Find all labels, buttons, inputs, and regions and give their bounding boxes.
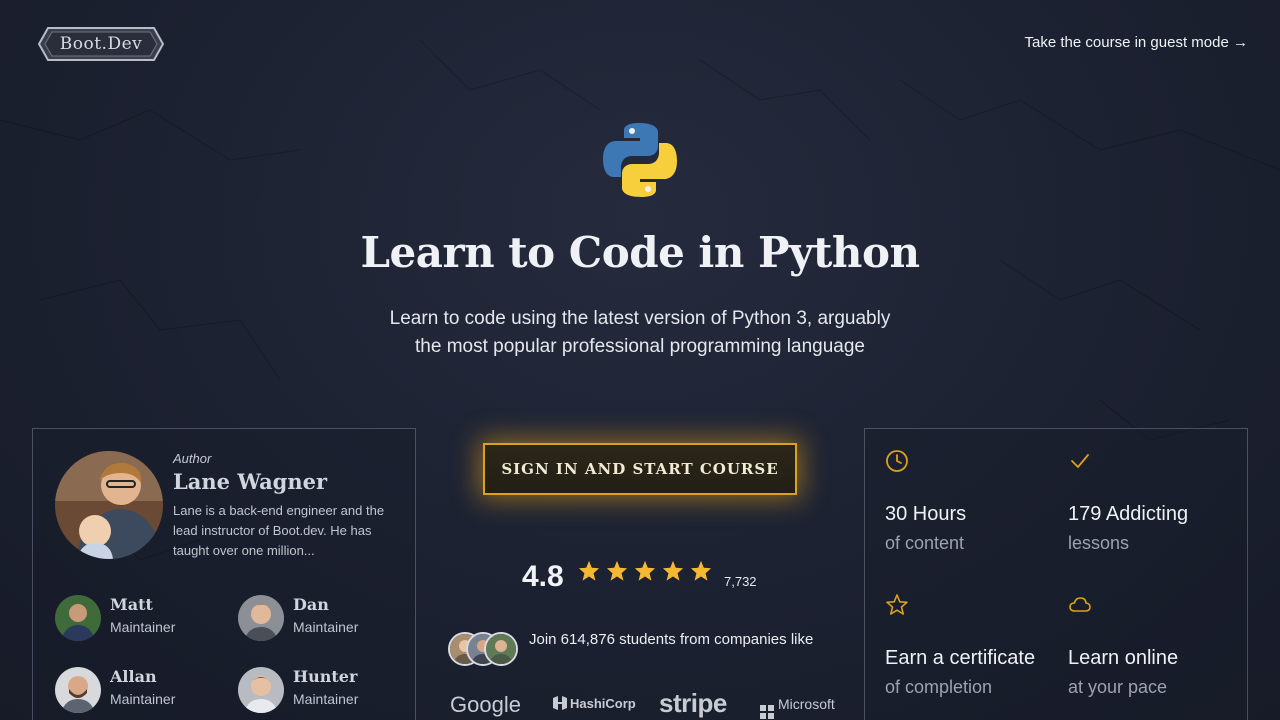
author-card: Author Lane Wagner Lane is a back-end en… [32,428,416,720]
student-avatars [448,632,522,668]
cloud-icon [1069,597,1091,612]
maintainer-name: Allan [110,667,157,686]
star-icon [662,560,684,581]
course-features-card: 30 Hours of content 179 Addicting lesson… [864,428,1248,720]
star-icon [578,560,600,581]
maintainer-name: Hunter [293,667,358,686]
guest-mode-link[interactable]: Take the course in guest mode → [1025,34,1248,51]
feature-subtitle: of completion [885,677,993,697]
page-subtitle: Learn to code using the latest version o… [389,308,891,357]
microsoft-icon [760,705,774,719]
maintainer-avatar [55,595,101,641]
author-name: Lane Wagner [173,469,328,494]
boot-dev-logo[interactable]: Boot.Dev [38,26,164,62]
join-students-text: Join 614,876 students from companies lik… [529,631,814,648]
hashicorp-logo: HashiCorp [552,696,636,711]
maintainer-role: Maintainer [293,619,359,635]
feature-title: Earn a certificate [885,647,1036,669]
maintainer-avatar [238,595,284,641]
feature-title: 179 Addicting [1068,503,1189,525]
star-icon [606,560,628,581]
company-logos: Google HashiCorp stripe Microsoft [450,688,840,720]
clock-icon [886,450,908,472]
star-icon [690,560,712,581]
logo-text: Boot.Dev [59,34,143,54]
feature-subtitle: at your pace [1068,677,1168,697]
microsoft-logo: Microsoft [760,696,835,719]
maintainer-role: Maintainer [110,691,176,707]
student-avatar [484,632,518,666]
rating-stars [578,560,712,582]
maintainer-avatar [55,667,101,713]
feature-title: 30 Hours [885,503,967,525]
hashicorp-icon [553,696,567,710]
author-avatar [55,451,163,559]
microsoft-label: Microsoft [778,696,835,712]
author-role-label: Author [173,451,212,466]
maintainer-name: Matt [110,595,153,614]
feature-title: Learn online [1068,647,1179,669]
rating-score: 4.8 [522,560,564,593]
author-bio: Lane is a back-end engineer and the lead… [173,503,385,558]
stripe-logo: stripe [659,688,727,718]
maintainer-role: Maintainer [110,619,176,635]
maintainer-role: Maintainer [293,691,359,707]
page-title: Learn to Code in Python [360,228,920,277]
hashicorp-label: HashiCorp [570,696,636,711]
check-icon [1071,454,1089,468]
maintainer-avatar [238,667,284,713]
google-logo: Google [450,692,521,717]
star-icon [634,560,656,581]
feature-subtitle: lessons [1068,533,1130,553]
sign-in-start-course-button[interactable]: SIGN IN AND START COURSE [483,443,797,495]
rating-count: 7,732 [724,574,757,589]
star-outline-icon [886,594,908,615]
feature-subtitle: of content [885,533,965,553]
maintainer-name: Dan [293,595,329,614]
python-logo-icon [603,123,677,197]
